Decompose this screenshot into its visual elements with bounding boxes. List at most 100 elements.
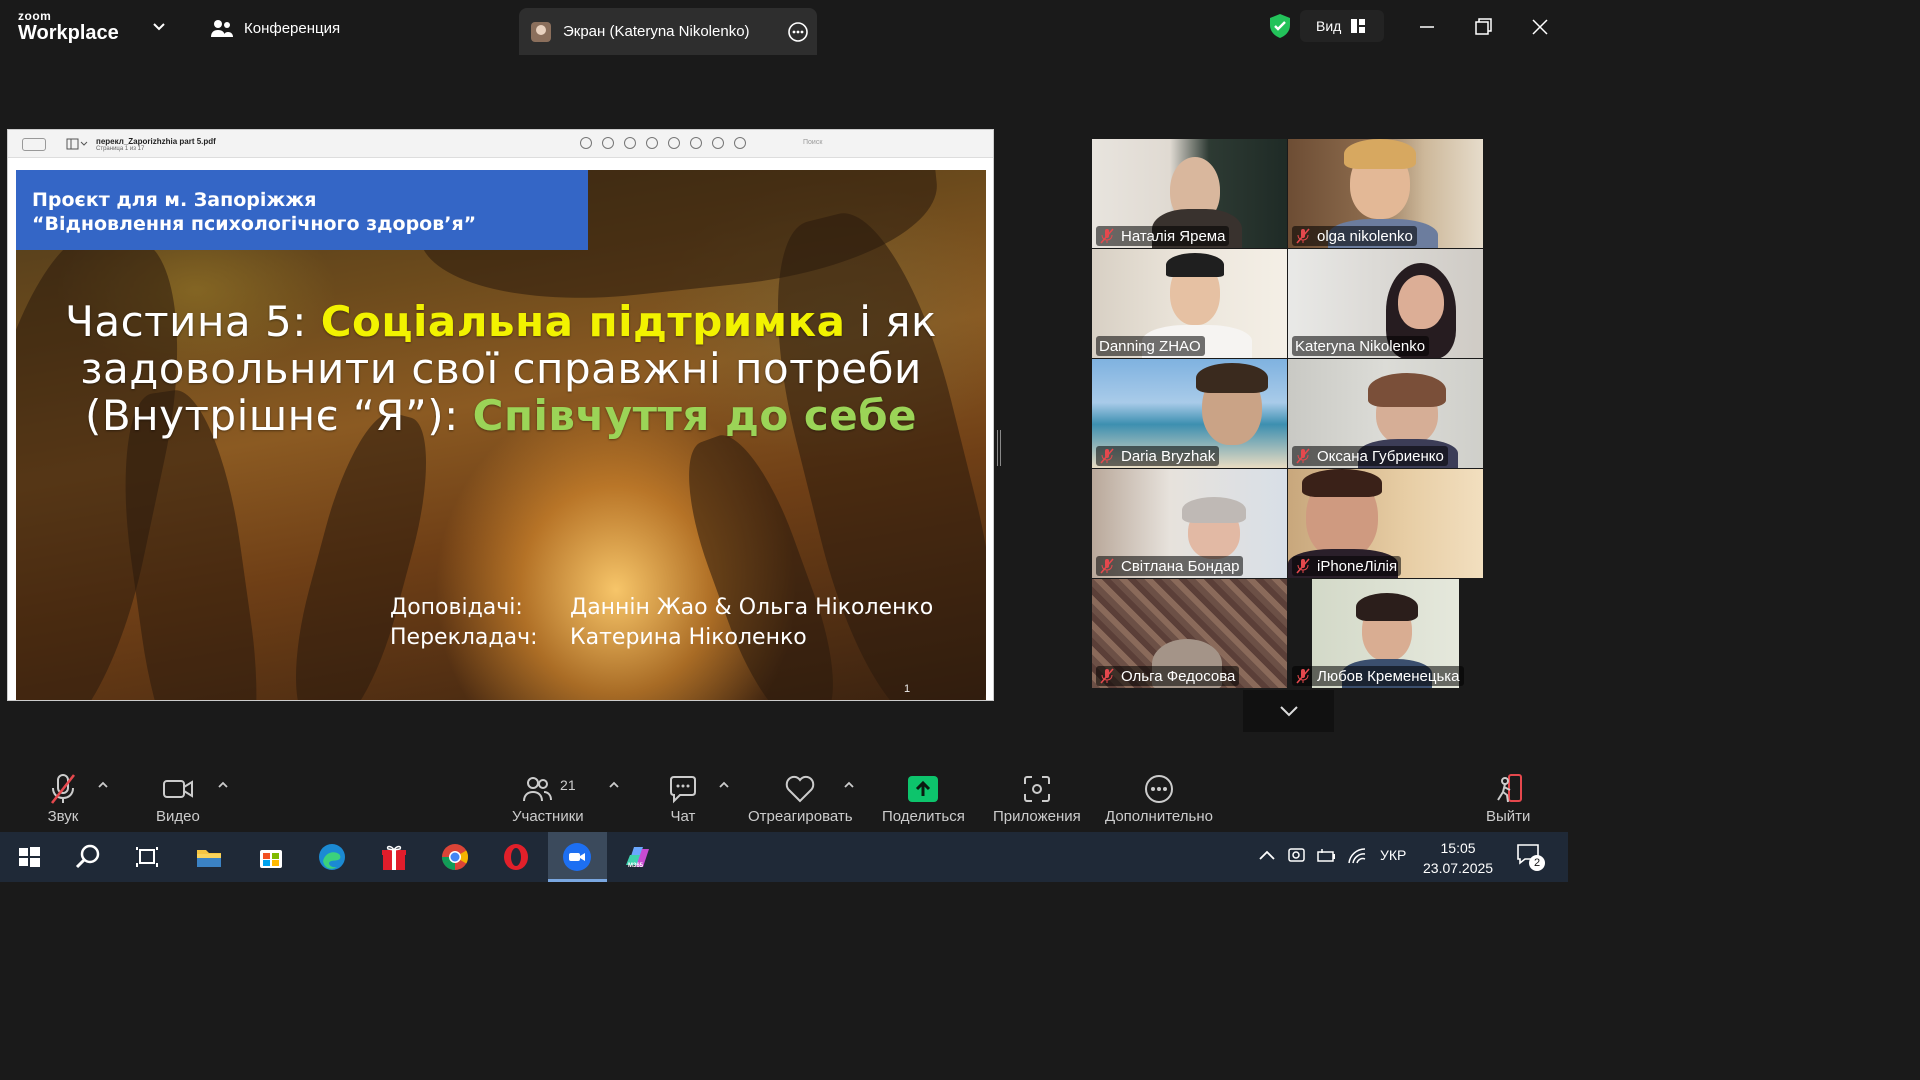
annotate-icon <box>712 137 724 149</box>
notifications-button[interactable]: 2 <box>1515 841 1547 873</box>
participants-count: 21 <box>560 777 576 793</box>
shared-screen: перекл_Zaporizhzhia part 5.pdf Страница … <box>7 129 994 701</box>
m365-copilot-button[interactable]: M365 <box>622 841 654 873</box>
participant-tile[interactable]: Світлана Бондар <box>1092 469 1287 578</box>
mic-muted-icon <box>1100 228 1114 244</box>
m365-label: M365 <box>628 863 644 869</box>
windows-start-icon[interactable] <box>13 841 45 873</box>
file-explorer-icon[interactable] <box>193 841 225 873</box>
edge-browser-icon[interactable] <box>316 841 348 873</box>
heading-part: і як <box>845 297 937 346</box>
heading-highlight-social-support: Соціальна підтримка <box>320 297 846 346</box>
camera-status-icon[interactable] <box>1287 845 1309 867</box>
gallery-next-page-button[interactable] <box>1243 690 1334 732</box>
form-icon <box>734 137 746 149</box>
opera-browser-icon[interactable] <box>500 841 532 873</box>
heading-part: (Внутрішнє “Я”): <box>84 391 473 440</box>
gift-icon[interactable] <box>378 841 410 873</box>
zoom-logo: zoom Workplace <box>18 10 119 43</box>
search-icon[interactable] <box>72 841 104 873</box>
chevron-up-icon[interactable] <box>216 778 230 792</box>
participants-icon <box>523 777 553 802</box>
apps-button[interactable]: Приложения <box>993 772 1081 825</box>
chevron-up-icon[interactable] <box>717 778 731 792</box>
share-screen-tab[interactable]: Экран (Kateryna Nikolenko) <box>519 8 817 55</box>
participant-tile[interactable]: Любов Кременецька <box>1288 579 1483 688</box>
pdf-filename: перекл_Zaporizhzhia part 5.pdf <box>96 137 216 146</box>
react-button[interactable]: Отреагировать <box>748 772 853 825</box>
chat-button[interactable]: Чат <box>666 772 700 825</box>
zoom-app-icon <box>563 843 591 871</box>
mic-muted-icon <box>1296 668 1310 684</box>
participant-tile-active-speaker[interactable]: Kateryna Nikolenko <box>1288 249 1483 358</box>
view-button[interactable]: Вид <box>1300 10 1384 42</box>
participant-tile[interactable]: Наталія Ярема <box>1092 139 1287 248</box>
chevron-up-icon[interactable] <box>607 778 621 792</box>
participant-tile[interactable]: Ольга Федосова <box>1092 579 1287 688</box>
video-label: Видео <box>156 808 200 825</box>
close-icon[interactable] <box>1527 14 1553 40</box>
participant-gallery: Наталія Ярема olga nikolenko Danning ZHA… <box>1092 139 1484 690</box>
more-options-icon[interactable] <box>787 21 809 43</box>
mic-muted-icon <box>50 774 76 804</box>
participant-tile[interactable]: iPhoneЛілія <box>1288 469 1483 578</box>
video-button[interactable]: Видео <box>156 772 200 825</box>
chevron-up-icon[interactable] <box>96 778 110 792</box>
participant-tile[interactable]: Danning ZHAO <box>1092 249 1287 358</box>
mic-muted-icon <box>1296 228 1310 244</box>
mic-muted-icon <box>1296 558 1310 574</box>
leave-button[interactable]: Выйти <box>1486 772 1530 825</box>
mic-muted-icon <box>1100 448 1114 464</box>
chrome-browser-icon[interactable] <box>439 841 471 873</box>
participant-tile[interactable]: Daria Bryzhak <box>1092 359 1287 468</box>
heading-line2: задовольнити свої справжні потреби <box>80 344 922 393</box>
chat-icon <box>670 776 696 804</box>
logo-bottom: Workplace <box>18 22 119 44</box>
participant-name: Оксана Губриенко <box>1317 447 1444 465</box>
translator-value: Катерина Ніколенко <box>570 625 807 650</box>
audio-button[interactable]: Звук <box>46 772 80 825</box>
participants-button[interactable]: 21 Участники <box>512 772 584 825</box>
grid-view-icon <box>1351 19 1366 33</box>
battery-icon[interactable] <box>1315 845 1337 867</box>
microsoft-store-icon[interactable] <box>255 841 287 873</box>
more-label: Дополнительно <box>1105 808 1213 825</box>
heading-part: Частина 5: <box>65 297 321 346</box>
share-screen-button[interactable]: Поделиться <box>882 772 965 825</box>
slide-title-line1: Проєкт для м. Запоріжжя <box>32 189 317 211</box>
participant-tile[interactable]: olga nikolenko <box>1288 139 1483 248</box>
heading-highlight-self-compassion: Співчуття до себе <box>472 391 918 440</box>
participant-name: Daria Bryzhak <box>1121 447 1216 465</box>
markup-icon <box>668 137 680 149</box>
wifi-icon[interactable] <box>1346 845 1368 867</box>
system-clock[interactable]: 15:05 23.07.2025 <box>1423 838 1493 878</box>
chevron-up-icon[interactable] <box>842 778 856 792</box>
participant-tile[interactable]: Оксана Губриенко <box>1288 359 1483 468</box>
translator-label: Перекладач: <box>390 625 538 650</box>
participant-name: Світлана Бондар <box>1121 557 1240 575</box>
clock-time: 15:05 <box>1440 840 1476 856</box>
tree-shape <box>276 403 446 700</box>
input-language[interactable]: УКР <box>1380 847 1406 863</box>
meeting-info-button[interactable]: Конференция <box>210 18 340 38</box>
windows-taskbar: M365 УКР 15:05 23.07.2025 2 <box>0 832 1568 882</box>
chevron-up-icon[interactable] <box>1256 845 1278 867</box>
chevron-down-icon[interactable] <box>150 18 168 36</box>
react-label: Отреагировать <box>748 808 853 825</box>
share-icon <box>646 137 658 149</box>
slide-heading: Частина 5: Соціальна підтримка і як задо… <box>16 298 986 439</box>
participant-name: olga nikolenko <box>1317 227 1413 245</box>
task-view-icon[interactable] <box>131 841 163 873</box>
speakers-value: Даннін Жао & Ольга Ніколенко <box>570 595 934 620</box>
participant-name: Danning ZHAO <box>1099 337 1201 355</box>
restore-icon[interactable] <box>1470 14 1496 40</box>
participant-name: Kateryna Nikolenko <box>1295 337 1426 355</box>
participant-name: iPhoneЛілія <box>1317 557 1398 575</box>
shield-icon[interactable] <box>1268 13 1292 39</box>
zoom-taskbar-button[interactable] <box>548 832 607 882</box>
notification-count: 2 <box>1529 855 1545 871</box>
minimize-icon[interactable] <box>1414 14 1440 40</box>
panel-resize-handle[interactable] <box>997 430 1001 466</box>
leave-label: Выйти <box>1486 808 1531 825</box>
more-button[interactable]: Дополнительно <box>1105 772 1213 825</box>
